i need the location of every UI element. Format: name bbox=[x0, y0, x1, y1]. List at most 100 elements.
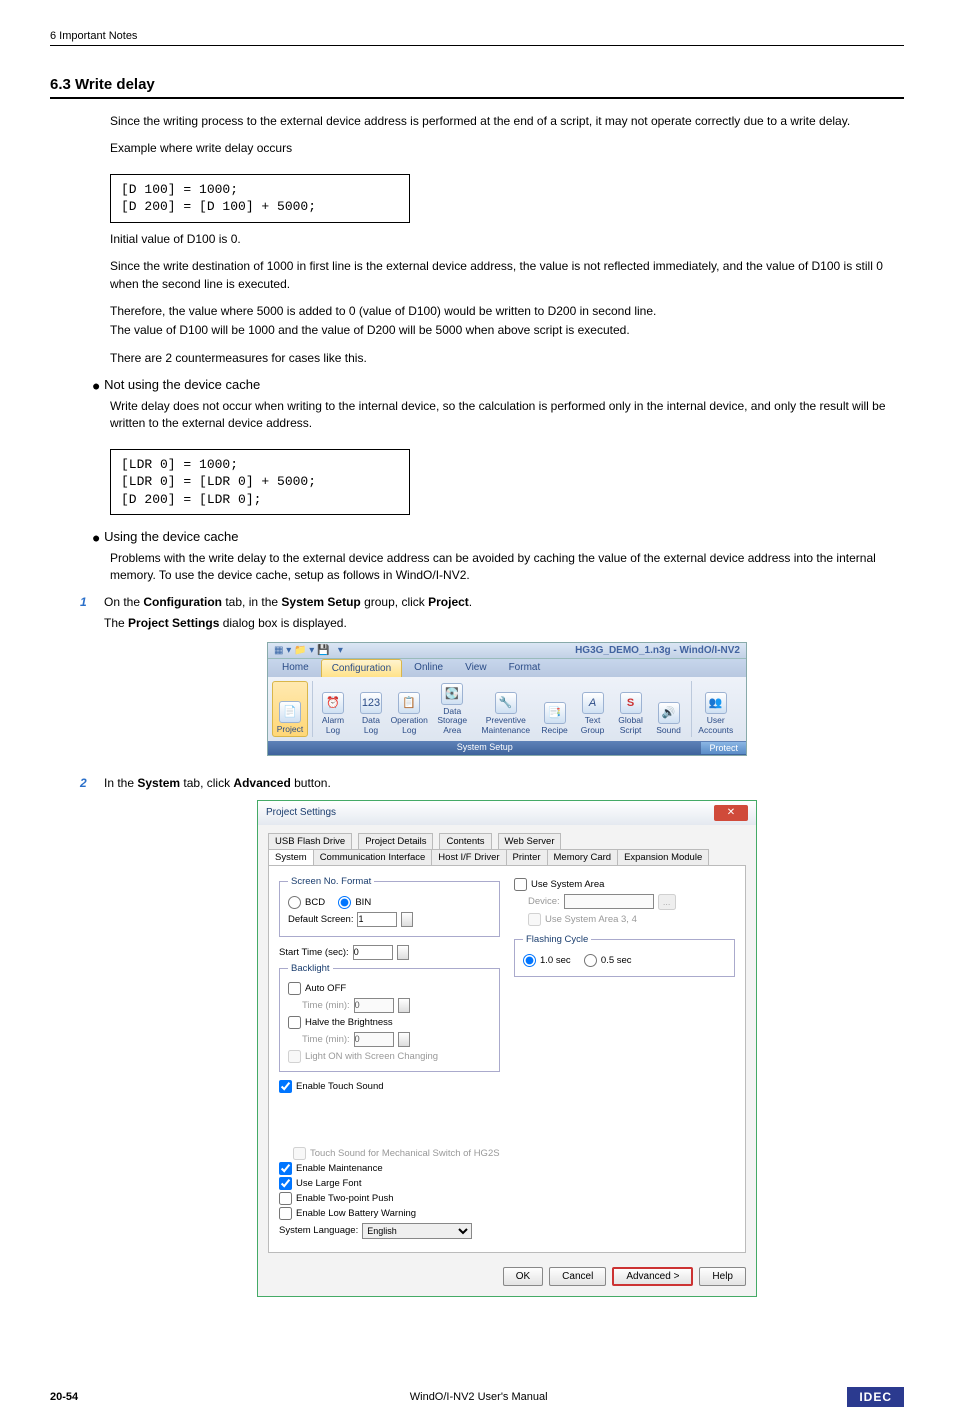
code-example-1: [D 100] = 1000; [D 200] = [D 100] + 5000… bbox=[110, 174, 410, 223]
operation-icon: 📋 bbox=[398, 692, 420, 714]
bullet-2-text: Problems with the write delay to the ext… bbox=[110, 550, 904, 585]
ribbon-btn-sound[interactable]: 🔊Sound bbox=[651, 681, 687, 737]
script-icon: S bbox=[620, 692, 642, 714]
ribbon-btn-user-accounts[interactable]: 👥User Accounts bbox=[694, 681, 738, 737]
start-time-input[interactable] bbox=[353, 945, 393, 960]
chk-auto-off[interactable] bbox=[288, 982, 301, 995]
step-1-number: 1 bbox=[80, 595, 104, 609]
ok-button[interactable]: OK bbox=[503, 1267, 543, 1286]
user-icon: 👥 bbox=[705, 692, 727, 714]
spinner-icon bbox=[398, 998, 410, 1013]
advanced-button[interactable]: Advanced > bbox=[612, 1267, 693, 1286]
bullet-2-heading: ● Using the device cache bbox=[92, 529, 904, 546]
step-1-text: On the Configuration tab, in the System … bbox=[104, 595, 904, 609]
ribbon-btn-operation-log[interactable]: 📋Operation Log bbox=[391, 681, 427, 737]
recipe-icon: 📑 bbox=[544, 702, 566, 724]
tab-memory-card[interactable]: Memory Card bbox=[547, 849, 619, 865]
device-input bbox=[564, 894, 654, 909]
radio-flashing-05[interactable] bbox=[584, 954, 597, 967]
ribbon-btn-global-script[interactable]: SGlobal Script bbox=[613, 681, 649, 737]
step-1-subtext: The Project Settings dialog box is displ… bbox=[104, 615, 904, 632]
chk-enable-touch-sound[interactable] bbox=[279, 1080, 292, 1093]
bullet-1-text: Write delay does not occur when writing … bbox=[110, 398, 904, 433]
cancel-button[interactable]: Cancel bbox=[549, 1267, 606, 1286]
ribbon-group-protect: Protect bbox=[701, 742, 746, 754]
explain-2: Therefore, the value where 5000 is added… bbox=[110, 303, 904, 320]
spinner-icon bbox=[398, 1032, 410, 1047]
tab-printer[interactable]: Printer bbox=[506, 849, 548, 865]
project-settings-dialog: Project Settings ✕ USB Flash Drive Proje… bbox=[257, 800, 757, 1297]
bullet-1-heading: ● Not using the device cache bbox=[92, 377, 904, 394]
step-2-number: 2 bbox=[80, 776, 104, 790]
chk-enable-maintenance[interactable] bbox=[279, 1162, 292, 1175]
ribbon-btn-data-storage[interactable]: 💽Data Storage Area bbox=[429, 681, 475, 737]
tab-web-server[interactable]: Web Server bbox=[498, 833, 562, 849]
chk-touch-mechanical bbox=[293, 1147, 306, 1160]
system-language-select[interactable]: English bbox=[362, 1223, 472, 1239]
tab-expansion-module[interactable]: Expansion Module bbox=[617, 849, 709, 865]
text-icon: A bbox=[582, 692, 604, 714]
ribbon-group-label: System Setup bbox=[268, 742, 701, 754]
alarm-icon: ⏰ bbox=[322, 692, 344, 714]
window-title: HG3G_DEMO_1.n3g - WindO/I-NV2 bbox=[575, 645, 740, 656]
device-browse-button: ... bbox=[658, 894, 676, 910]
ribbon-tab-view[interactable]: View bbox=[455, 659, 497, 677]
ribbon-btn-recipe[interactable]: 📑Recipe bbox=[537, 681, 573, 737]
ribbon-tab-configuration[interactable]: Configuration bbox=[321, 659, 402, 677]
default-screen-input[interactable] bbox=[357, 912, 397, 927]
idec-logo: IDEC bbox=[847, 1387, 904, 1407]
ribbon-screenshot: ▦ ▾ 📁 ▾ 💾 ▾ HG3G_DEMO_1.n3g - WindO/I-NV… bbox=[267, 642, 747, 756]
initial-value-line: Initial value of D100 is 0. bbox=[110, 231, 904, 248]
spinner-icon[interactable] bbox=[401, 912, 413, 927]
step-2-text: In the System tab, click Advanced button… bbox=[104, 776, 904, 790]
storage-icon: 💽 bbox=[441, 683, 463, 705]
example-label: Example where write delay occurs bbox=[110, 140, 904, 157]
page-number: 20-54 bbox=[50, 1391, 110, 1403]
qat-icon[interactable]: ▦ ▾ 📁 ▾ 💾 ▾ bbox=[274, 645, 343, 656]
bullet-dot-icon: ● bbox=[92, 378, 100, 394]
backlight-legend: Backlight bbox=[288, 963, 333, 974]
ribbon-btn-preventive[interactable]: 🔧Preventive Maintenance bbox=[477, 681, 535, 737]
default-screen-label: Default Screen: bbox=[288, 914, 353, 925]
flashing-cycle-legend: Flashing Cycle bbox=[523, 934, 591, 945]
ribbon-btn-project[interactable]: 📄 Project bbox=[272, 681, 308, 737]
ribbon-btn-text-group[interactable]: AText Group bbox=[575, 681, 611, 737]
code-example-2: [LDR 0] = 1000; [LDR 0] = [LDR 0] + 5000… bbox=[110, 449, 410, 516]
tab-system[interactable]: System bbox=[268, 849, 314, 865]
ribbon-tab-home[interactable]: Home bbox=[272, 659, 319, 677]
help-button[interactable]: Help bbox=[699, 1267, 746, 1286]
chk-use-system-area-34 bbox=[528, 913, 541, 926]
tab-contents[interactable]: Contents bbox=[439, 833, 491, 849]
chk-use-system-area[interactable] bbox=[514, 878, 527, 891]
explain-3: The value of D100 will be 1000 and the v… bbox=[110, 322, 904, 339]
system-language-label: System Language: bbox=[279, 1225, 358, 1236]
tab-host-driver[interactable]: Host I/F Driver bbox=[431, 849, 506, 865]
maintenance-icon: 🔧 bbox=[495, 692, 517, 714]
ribbon-tab-format[interactable]: Format bbox=[499, 659, 551, 677]
radio-bcd[interactable] bbox=[288, 896, 301, 909]
data-log-icon: 123 bbox=[360, 692, 382, 714]
radio-flashing-10[interactable] bbox=[523, 954, 536, 967]
sound-icon: 🔊 bbox=[658, 702, 680, 724]
ribbon-btn-alarm-log[interactable]: ⏰Alarm Log bbox=[315, 681, 351, 737]
chk-halve-brightness[interactable] bbox=[288, 1016, 301, 1029]
chk-two-point-push[interactable] bbox=[279, 1192, 292, 1205]
close-button[interactable]: ✕ bbox=[714, 805, 748, 821]
radio-bin[interactable] bbox=[338, 896, 351, 909]
dialog-title: Project Settings bbox=[266, 807, 336, 818]
tab-project-details[interactable]: Project Details bbox=[358, 833, 433, 849]
manual-title: WindO/I-NV2 User's Manual bbox=[110, 1391, 847, 1403]
chk-use-large-font[interactable] bbox=[279, 1177, 292, 1190]
chk-low-battery[interactable] bbox=[279, 1207, 292, 1220]
ribbon-tab-online[interactable]: Online bbox=[404, 659, 453, 677]
tab-comm-interface[interactable]: Communication Interface bbox=[313, 849, 433, 865]
project-icon: 📄 bbox=[279, 701, 301, 723]
start-time-label: Start Time (sec): bbox=[279, 947, 349, 958]
section-heading: 6.3 Write delay bbox=[50, 76, 904, 99]
chk-light-on bbox=[288, 1050, 301, 1063]
ribbon-btn-data-log[interactable]: 123Data Log bbox=[353, 681, 389, 737]
bullet-dot-icon: ● bbox=[92, 530, 100, 546]
spinner-icon[interactable] bbox=[397, 945, 409, 960]
screen-no-format-legend: Screen No. Format bbox=[288, 876, 374, 887]
tab-usb-flash-drive[interactable]: USB Flash Drive bbox=[268, 833, 352, 849]
